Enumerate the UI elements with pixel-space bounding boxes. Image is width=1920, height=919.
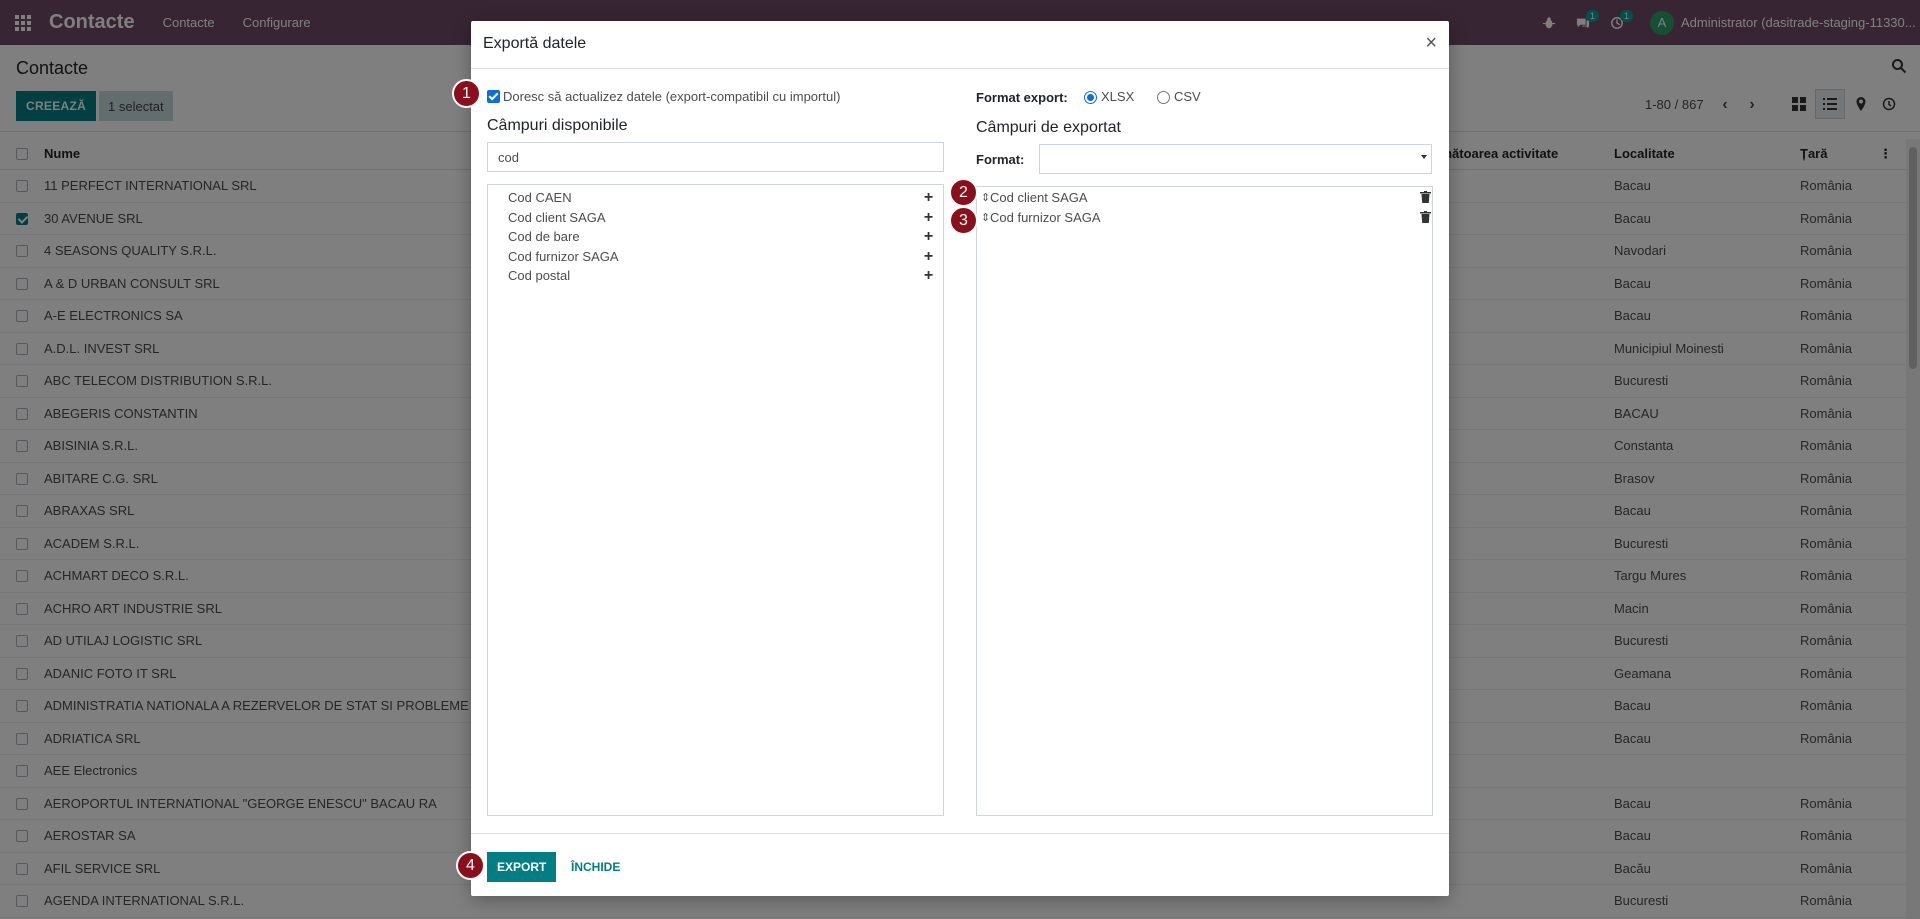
add-field-plus-icon[interactable]: + xyxy=(919,247,938,266)
available-field-label: Cod de bare xyxy=(508,229,580,244)
template-select[interactable] xyxy=(1039,144,1432,174)
csv-radio-label[interactable]: CSV xyxy=(1174,89,1201,104)
export-field-label: Cod furnizor SAGA xyxy=(990,210,1101,225)
add-field-plus-icon[interactable]: + xyxy=(919,227,938,246)
available-field-label: Cod CAEN xyxy=(508,190,572,205)
available-field-item[interactable]: Cod client SAGA + xyxy=(508,208,938,227)
trash-icon[interactable] xyxy=(1420,191,1431,203)
sort-handle-icon[interactable]: ⇕ xyxy=(981,209,990,228)
trash-icon[interactable] xyxy=(1420,211,1431,223)
export-fields-title: Câmpuri de exportat xyxy=(976,119,1121,136)
step-badge-4: 4 xyxy=(456,851,485,880)
available-field-label: Cod postal xyxy=(508,268,571,283)
step-badge-3: 3 xyxy=(949,206,978,235)
compat-checkbox-row[interactable]: Doresc să actualizez datele (export-comp… xyxy=(487,89,840,104)
export-dialog: Exportă datele × Doresc să actualizez da… xyxy=(471,21,1449,896)
available-field-item[interactable]: Cod postal + xyxy=(508,266,938,285)
import-compat-label: Doresc să actualizez datele (export-comp… xyxy=(503,89,841,104)
sort-handle-icon[interactable]: ⇕ xyxy=(981,189,990,208)
xlsx-radio[interactable] xyxy=(1084,91,1097,104)
export-field-label: Cod client SAGA xyxy=(990,190,1088,205)
modal-header: Exportă datele × xyxy=(471,21,1449,69)
close-dialog-button[interactable]: ÎNCHIDE xyxy=(571,852,620,882)
available-fields-title: Câmpuri disponibile xyxy=(487,117,628,134)
close-icon[interactable]: × xyxy=(1425,33,1437,53)
chevron-down-icon xyxy=(1421,155,1427,159)
add-field-plus-icon[interactable]: + xyxy=(919,188,938,207)
template-format-label: Format: xyxy=(976,152,1025,167)
available-field-item[interactable]: Cod de bare + xyxy=(508,227,938,246)
step-badge-1: 1 xyxy=(452,79,481,108)
available-fields-list: Cod CAEN + Cod client SAGA + Cod de bare + Cod… xyxy=(487,184,944,816)
export-field-item[interactable]: ⇕Cod furnizor SAGA xyxy=(981,208,1431,227)
export-fields-list: ⇕Cod client SAGA ⇕Cod furnizor SAGA xyxy=(976,186,1433,816)
add-field-plus-icon[interactable]: + xyxy=(919,266,938,285)
field-search-input[interactable] xyxy=(487,142,944,172)
modal-footer: EXPORT ÎNCHIDE xyxy=(471,833,1449,896)
available-field-label: Cod client SAGA xyxy=(508,209,606,225)
export-field-item[interactable]: ⇕Cod client SAGA xyxy=(981,188,1431,207)
xlsx-radio-label[interactable]: XLSX xyxy=(1101,89,1134,104)
available-field-item[interactable]: Cod furnizor SAGA + xyxy=(508,247,938,266)
add-field-plus-icon[interactable]: + xyxy=(919,208,938,227)
csv-radio[interactable] xyxy=(1157,91,1170,104)
available-field-item[interactable]: Cod CAEN + xyxy=(508,188,938,207)
available-field-label: Cod furnizor SAGA xyxy=(508,248,619,264)
modal-title: Exportă datele xyxy=(483,35,587,52)
import-compat-checkbox[interactable] xyxy=(487,90,500,103)
export-button[interactable]: EXPORT xyxy=(487,852,557,882)
step-badge-2: 2 xyxy=(949,178,978,207)
export-format-label: Format export: xyxy=(976,90,1068,105)
